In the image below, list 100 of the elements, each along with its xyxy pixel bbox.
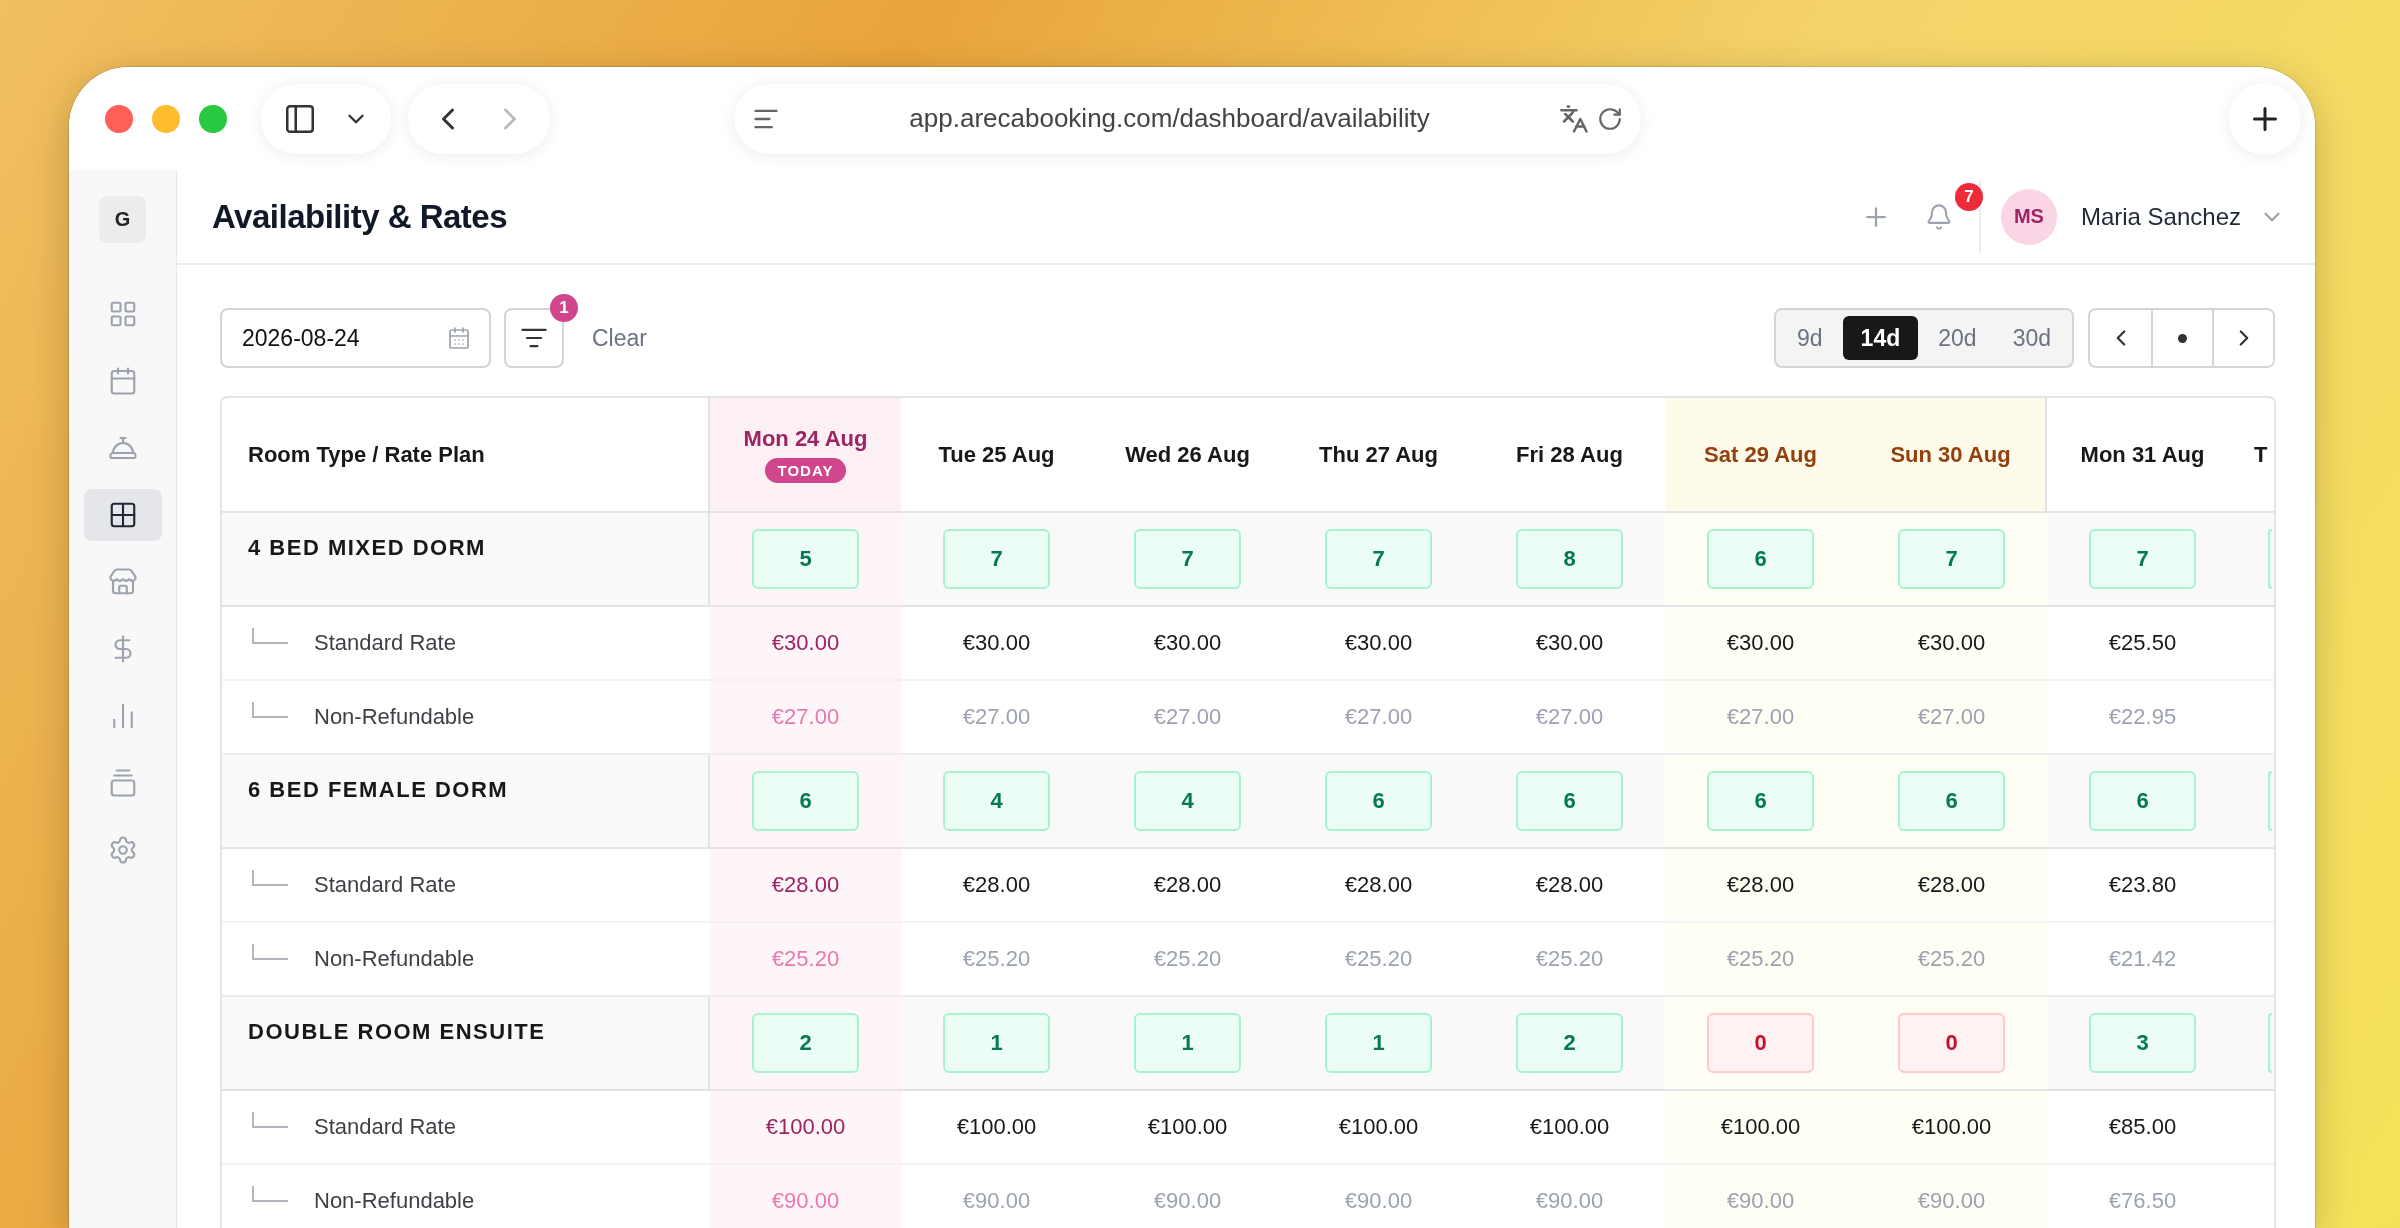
- date-header: Sat 29 Aug: [1704, 441, 1817, 468]
- rate-price[interactable]: €30.00: [1726, 630, 1795, 656]
- today-badge: TODAY: [764, 458, 847, 483]
- availability-count[interactable]: 4: [943, 771, 1050, 831]
- clear-button[interactable]: Clear: [586, 323, 653, 353]
- branch-line: [252, 944, 288, 960]
- next-button[interactable]: [2212, 310, 2273, 366]
- date-header: T: [2254, 441, 2268, 468]
- minimize-window-button[interactable]: [152, 104, 180, 133]
- rate-price[interactable]: €100.00: [1911, 1114, 1992, 1140]
- rate-price[interactable]: €100.00: [1529, 1114, 1610, 1140]
- availability-count[interactable]: 6: [752, 771, 859, 831]
- rate-price[interactable]: €28.00: [1535, 872, 1604, 898]
- availability-count[interactable]: 6: [1707, 529, 1814, 589]
- availability-count[interactable]: 7: [2089, 529, 2196, 589]
- rate-price[interactable]: €100.00: [956, 1114, 1037, 1140]
- room-type-name: 6 BED FEMALE DORM: [248, 777, 509, 803]
- date-header: Tue 25 Aug: [938, 441, 1055, 468]
- rate-price[interactable]: €28.00: [1153, 872, 1222, 898]
- rate-price[interactable]: €28.00: [1917, 872, 1986, 898]
- availability-count[interactable]: 1: [1325, 1013, 1432, 1073]
- bell-icon: [1924, 202, 1953, 231]
- date-header: Wed 26 Aug: [1125, 441, 1250, 468]
- availability-count[interactable]: 1: [1134, 1013, 1241, 1073]
- column-header: Room Type / Rate Plan: [248, 441, 485, 468]
- rate-plan-name: Standard Rate: [314, 630, 456, 656]
- rate-price[interactable]: €28.00: [771, 872, 840, 898]
- dot-icon: [2178, 333, 2187, 343]
- rate-price[interactable]: €30.00: [1917, 630, 1986, 656]
- rate-price[interactable]: €28.00: [962, 872, 1031, 898]
- availability-count[interactable]: 7: [943, 529, 1050, 589]
- availability-count[interactable]: 0: [1707, 1013, 1814, 1073]
- range-option[interactable]: 14d: [1842, 316, 1919, 360]
- rate-plan-name: Non-Refundable: [314, 1188, 475, 1214]
- branch-line: [252, 702, 288, 718]
- reload-icon[interactable]: [1597, 105, 1623, 132]
- availability-count[interactable]: 7: [1898, 529, 2005, 589]
- user-name[interactable]: Maria Sanchez: [2080, 202, 2241, 231]
- availability-count[interactable]: 5: [752, 529, 859, 589]
- rate-price[interactable]: €30.00: [962, 630, 1031, 656]
- availability-count[interactable]: 4: [1134, 771, 1241, 831]
- user-avatar[interactable]: MS: [2000, 188, 2057, 245]
- address-bar[interactable]: app.arecabooking.com/dashboard/availability: [734, 83, 1641, 154]
- range-option[interactable]: 9d: [1781, 316, 1839, 360]
- rate-price[interactable]: €28.00: [1344, 872, 1413, 898]
- close-window-button[interactable]: [105, 104, 133, 133]
- calendar-icon: [447, 326, 471, 350]
- rate-price[interactable]: €100.00: [1720, 1114, 1801, 1140]
- rate-price[interactable]: €23.80: [2108, 872, 2177, 898]
- page-title: Availability & Rates: [212, 197, 508, 236]
- rate-price[interactable]: €85.00: [2108, 1114, 2177, 1140]
- branch-line: [252, 1112, 288, 1128]
- room-type-name: 4 BED MIXED DORM: [248, 535, 486, 561]
- availability-count[interactable]: 1: [943, 1013, 1050, 1073]
- translate-icon[interactable]: [1559, 103, 1589, 134]
- sidebar-item[interactable]: [83, 489, 162, 541]
- store-icon: [107, 567, 138, 597]
- zoom-window-button[interactable]: [199, 104, 227, 133]
- availability-count[interactable]: 6: [1898, 771, 2005, 831]
- date-header: Mon 24 Aug: [743, 426, 868, 452]
- availability-count[interactable]: 6: [2089, 771, 2196, 831]
- availability-count[interactable]: 0: [1898, 1013, 2005, 1073]
- logo: G: [99, 196, 146, 243]
- availability-count[interactable]: 7: [1134, 529, 1241, 589]
- rate-price[interactable]: €28.00: [1726, 872, 1795, 898]
- notifications-button[interactable]: [1924, 202, 1953, 231]
- rate-price[interactable]: €30.00: [1535, 630, 1604, 656]
- room-type-name: DOUBLE ROOM ENSUITE: [248, 1019, 546, 1045]
- date-header: Sun 30 Aug: [1890, 441, 2011, 468]
- date-field[interactable]: 2026-08-24: [220, 308, 491, 368]
- availability-count[interactable]: 2: [1516, 1013, 1623, 1073]
- branch-line: [252, 628, 288, 644]
- availability-count[interactable]: 3: [2089, 1013, 2196, 1073]
- rate-price[interactable]: €30.00: [1153, 630, 1222, 656]
- rate-plan-name: Standard Rate: [314, 872, 456, 898]
- rate-price[interactable]: €100.00: [765, 1114, 846, 1140]
- availability-count[interactable]: 6: [1325, 771, 1432, 831]
- rate-plan-name: Non-Refundable: [314, 946, 475, 972]
- availability-count[interactable]: 6: [1707, 771, 1814, 831]
- rate-price[interactable]: €100.00: [1147, 1114, 1228, 1140]
- range-option[interactable]: 20d: [1922, 316, 1993, 360]
- url-text: app.arecabooking.com/dashboard/availability: [908, 103, 1431, 134]
- rate-plan-name: Non-Refundable: [314, 704, 475, 730]
- date-header: Fri 28 Aug: [1516, 441, 1623, 468]
- availability-count[interactable]: 7: [1325, 529, 1432, 589]
- range-option[interactable]: 30d: [1996, 316, 2067, 360]
- rate-plan-name: Standard Rate: [314, 1114, 456, 1140]
- rate-price[interactable]: €30.00: [771, 630, 840, 656]
- rate-price[interactable]: €100.00: [1338, 1114, 1419, 1140]
- date-header: Thu 27 Aug: [1319, 441, 1438, 468]
- rate-price[interactable]: €30.00: [1344, 630, 1413, 656]
- availability-count[interactable]: 6: [1516, 771, 1623, 831]
- rate-price[interactable]: €25.50: [2108, 630, 2177, 656]
- notification-badge: 7: [1954, 182, 1983, 211]
- branch-line: [252, 870, 288, 886]
- date-header: Mon 31 Aug: [2080, 441, 2205, 468]
- availability-count[interactable]: 2: [752, 1013, 859, 1073]
- filter-count-badge: 1: [550, 294, 578, 322]
- availability-count[interactable]: 8: [1516, 529, 1623, 589]
- branch-line: [252, 1186, 288, 1202]
